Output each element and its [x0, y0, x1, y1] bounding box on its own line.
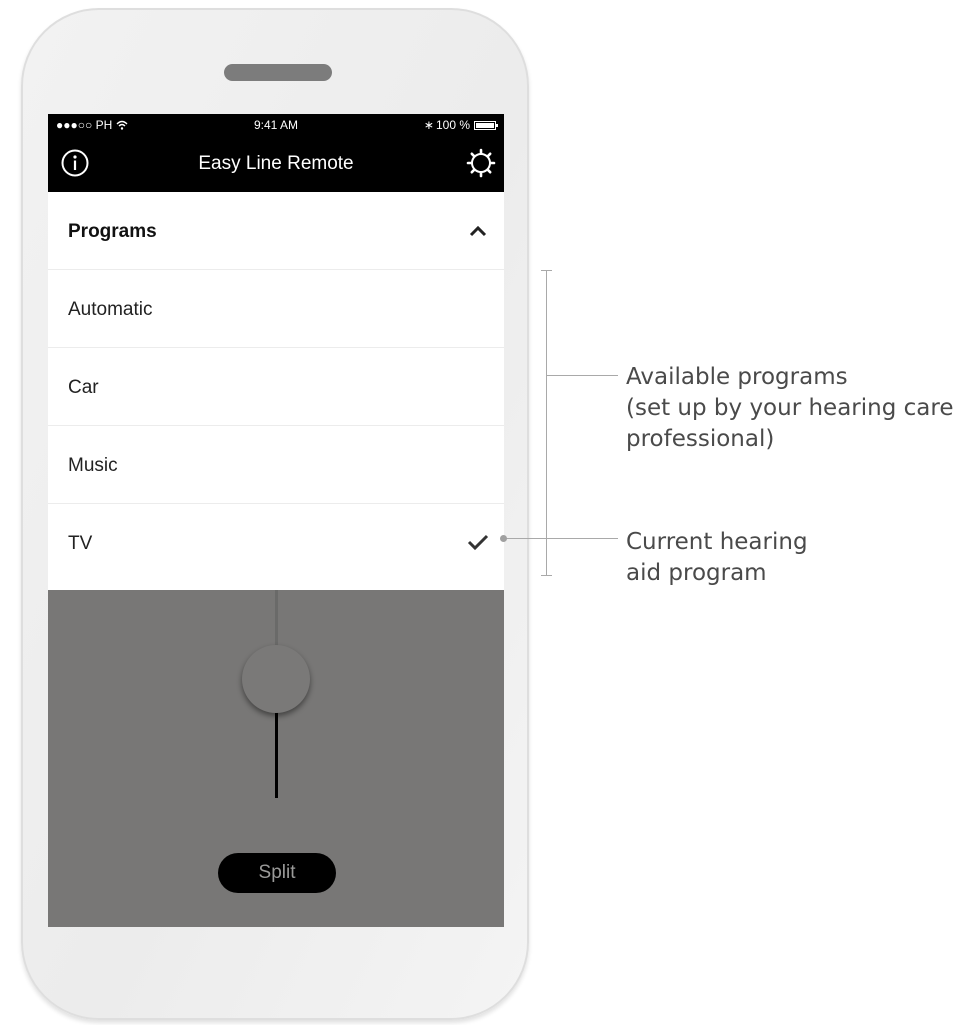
checkmark-icon	[467, 534, 489, 551]
current-pointer-dot	[500, 535, 507, 542]
available-pointer-line	[546, 375, 618, 376]
bracket-vertical	[546, 270, 547, 576]
annotation-line: (set up by your hearing care	[626, 395, 954, 421]
bracket-cap-bottom	[541, 575, 552, 576]
volume-track-lower	[275, 712, 278, 798]
settings-button[interactable]	[466, 148, 496, 178]
annotation-line: aid program	[626, 560, 767, 586]
nav-bar: Easy Line Remote	[48, 136, 504, 192]
bracket-cap-top	[541, 270, 552, 271]
phone-frame: ●●●○○ PH 9:41 AM ∗ 100 % Easy Line Remot…	[21, 8, 529, 1020]
program-item-tv[interactable]: TV	[48, 504, 504, 582]
split-button[interactable]: Split	[218, 853, 336, 893]
volume-control-area: Split	[48, 590, 504, 927]
programs-header-label: Programs	[68, 221, 157, 242]
program-label: Music	[68, 455, 118, 476]
annotation-line: Current hearing	[626, 529, 808, 555]
volume-track-upper	[275, 590, 278, 648]
battery-status: ∗ 100 %	[423, 118, 498, 132]
chevron-up-icon[interactable]	[468, 221, 488, 241]
app-title: Easy Line Remote	[198, 153, 354, 174]
current-pointer-line	[506, 538, 618, 539]
program-label: TV	[68, 533, 93, 554]
gear-icon	[466, 148, 496, 178]
app-screen: ●●●○○ PH 9:41 AM ∗ 100 % Easy Line Remot…	[48, 114, 504, 927]
program-item-music[interactable]: Music	[48, 426, 504, 504]
volume-slider-handle[interactable]	[242, 645, 310, 713]
program-label: Car	[68, 377, 99, 398]
status-bar: ●●●○○ PH 9:41 AM ∗ 100 %	[48, 114, 504, 136]
programs-header[interactable]: Programs	[48, 192, 504, 270]
program-item-car[interactable]: Car	[48, 348, 504, 426]
annotation-line: professional)	[626, 426, 775, 452]
program-item-automatic[interactable]: Automatic	[48, 270, 504, 348]
program-label: Automatic	[68, 299, 153, 320]
annotation-available-programs: Available programs (set up by your heari…	[626, 362, 953, 455]
battery-icon	[474, 120, 498, 130]
annotation-current-program: Current hearing aid program	[626, 527, 808, 589]
annotation-line: Available programs	[626, 364, 848, 390]
phone-speaker	[224, 64, 332, 81]
battery-percent: 100 %	[435, 118, 470, 132]
bluetooth-icon: ∗	[423, 118, 434, 132]
